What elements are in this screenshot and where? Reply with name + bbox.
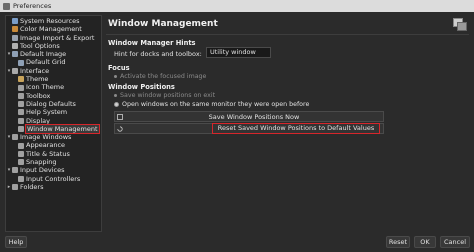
sidebar-item-label: Default Grid (26, 58, 66, 67)
hints-dropdown-value: Utility window (210, 48, 256, 56)
appearance-icon (18, 142, 24, 149)
checkbox-icon (114, 94, 117, 97)
window-management-icon (453, 18, 467, 31)
default-grid-icon (18, 59, 24, 66)
sidebar-item-label: Interface (20, 66, 50, 75)
sidebar-item-label: Color Management (20, 25, 82, 34)
sidebar-item-label: Title & Status (26, 149, 70, 158)
sidebar-item-toolbox[interactable]: Toolbox (6, 92, 101, 100)
color-management-icon (12, 26, 18, 33)
sidebar-item-system-resources[interactable]: System Resources (6, 17, 101, 25)
dialog-defaults-icon (18, 101, 24, 108)
sidebar-item-label: Input Controllers (26, 174, 81, 183)
sidebar-item-label: Display (26, 116, 50, 125)
sidebar-item-image-windows[interactable]: ▾ Image Windows (6, 133, 101, 141)
window-titlebar: Preferences (0, 0, 474, 12)
sidebar-item-input-controllers[interactable]: Input Controllers (6, 175, 101, 183)
sidebar-item-label: Image Windows (20, 133, 72, 142)
sidebar-item-label: Help System (26, 108, 68, 117)
sidebar-item-label: Dialog Defaults (26, 99, 76, 108)
help-system-icon (18, 109, 24, 116)
sidebar-item-label: Input Devices (20, 166, 65, 175)
sidebar-item-image-import-export[interactable]: Image Import & Export (6, 34, 101, 42)
folders-icon (12, 184, 18, 191)
snapping-icon (18, 159, 24, 166)
reset-icon (117, 126, 123, 132)
image-windows-icon (12, 134, 18, 141)
reset-positions-label: Reset Saved Window Positions to Default … (212, 123, 380, 134)
sidebar-item-snapping[interactable]: Snapping (6, 158, 101, 166)
icon-theme-icon (18, 84, 24, 91)
ok-button[interactable]: OK (414, 236, 436, 248)
theme-icon (18, 76, 24, 83)
interface-icon (12, 67, 18, 74)
sidebar-item-label: Appearance (26, 141, 66, 150)
sidebar-item-label: Folders (20, 182, 44, 191)
focus-section-title: Focus (108, 64, 130, 72)
sidebar-item-label: Tool Options (20, 41, 60, 50)
save-on-exit-option[interactable]: Save window positions on exit (114, 92, 215, 99)
save-icon (117, 114, 123, 120)
sidebar-item-default-image[interactable]: ▾ Default Image (6, 50, 101, 58)
sidebar-item-label: Theme (26, 75, 49, 84)
display-icon (18, 117, 24, 124)
save-on-exit-label: Save window positions on exit (120, 92, 216, 99)
main-panel: Window Management Window Manager Hints H… (106, 15, 469, 232)
app-icon (3, 2, 10, 10)
sidebar-item-color-management[interactable]: Color Management (6, 25, 101, 33)
system-resources-icon (12, 18, 18, 25)
input-controllers-icon (18, 175, 24, 182)
input-devices-icon (12, 167, 18, 174)
checkbox-icon (114, 102, 119, 107)
sidebar-item-default-grid[interactable]: Default Grid (6, 58, 101, 66)
save-positions-now-label: Save Window Positions Now (208, 113, 300, 121)
sidebar-item-label: Default Image (20, 50, 67, 59)
focus-option[interactable]: Activate the focused image (114, 73, 206, 80)
sidebar-item-display[interactable]: Display (6, 117, 101, 125)
sidebar-item-help-system[interactable]: Help System (6, 108, 101, 116)
page-header: Window Management (106, 15, 469, 35)
default-image-icon (12, 51, 18, 58)
sidebar-item-folders[interactable]: ▸ Folders (6, 183, 101, 191)
sidebar-item-dialog-defaults[interactable]: Dialog Defaults (6, 100, 101, 108)
sidebar-item-icon-theme[interactable]: Icon Theme (6, 83, 101, 91)
tool-options-icon (12, 43, 18, 50)
sidebar-item-theme[interactable]: Theme (6, 75, 101, 83)
checkbox-icon (114, 75, 117, 78)
sidebar-item-label: System Resources (20, 17, 80, 25)
window-title: Preferences (13, 2, 52, 10)
title-status-icon (18, 150, 24, 157)
sidebar-item-tool-options[interactable]: Tool Options (6, 42, 101, 50)
toolbox-icon (18, 92, 24, 99)
sidebar-item-appearance[interactable]: Appearance (6, 141, 101, 149)
hints-label: Hint for docks and toolbox: (114, 50, 202, 58)
page-title: Window Management (108, 19, 218, 29)
sidebar-item-input-devices[interactable]: ▾ Input Devices (6, 166, 101, 174)
positions-section-title: Window Positions (108, 83, 175, 91)
sidebar-item-label: Image Import & Export (20, 33, 95, 42)
sidebar-item-title-status[interactable]: Title & Status (6, 150, 101, 158)
hints-section-title: Window Manager Hints (108, 39, 196, 47)
sidebar-item-label: Snapping (26, 158, 57, 167)
reset-button[interactable]: Reset (386, 236, 410, 248)
sidebar-item-label: Toolbox (26, 91, 51, 100)
help-button[interactable]: Help (5, 236, 27, 248)
cancel-button[interactable]: Cancel (440, 236, 470, 248)
reset-positions-button[interactable]: Reset Saved Window Positions to Default … (114, 123, 384, 134)
sidebar-item-interface[interactable]: ▾ Interface (6, 67, 101, 75)
window-management-icon (18, 126, 24, 132)
image-import-export-icon (12, 34, 18, 41)
preferences-sidebar[interactable]: System Resources Color Management Image Im… (5, 15, 102, 232)
same-monitor-label: Open windows on the same monitor they we… (122, 101, 310, 108)
sidebar-item-label: Window Management (25, 123, 100, 135)
save-positions-now-button[interactable]: Save Window Positions Now (114, 111, 384, 122)
hints-dropdown[interactable]: Utility window (206, 47, 271, 58)
same-monitor-option[interactable]: Open windows on the same monitor they we… (114, 101, 309, 108)
focus-option-label: Activate the focused image (120, 73, 207, 80)
sidebar-item-window-management[interactable]: Window Management (6, 123, 101, 135)
sidebar-item-label: Icon Theme (26, 83, 65, 92)
